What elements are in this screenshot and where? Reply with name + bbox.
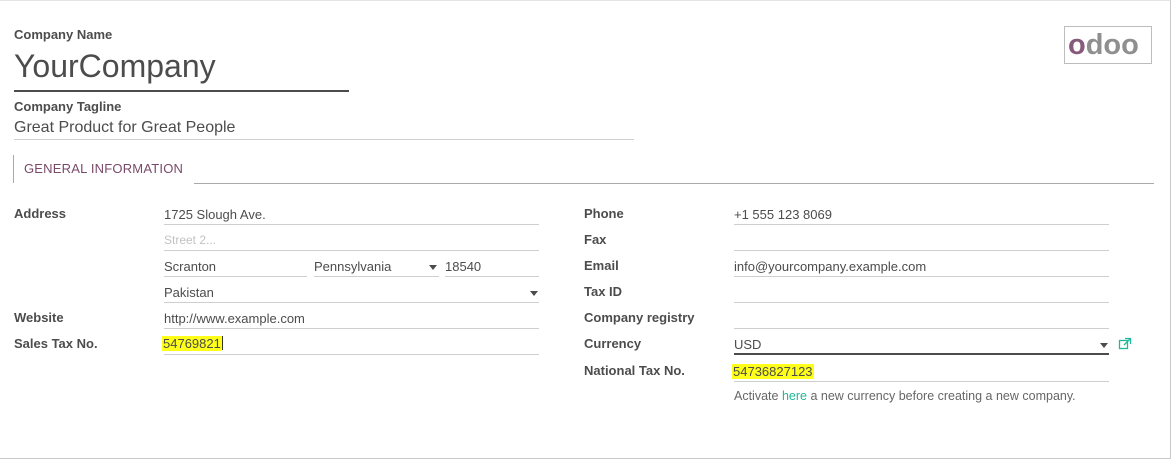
currency-label: Currency bbox=[584, 336, 642, 351]
odoo-logo-icon: odoo bbox=[1068, 29, 1139, 61]
currency-select[interactable]: USD bbox=[734, 337, 761, 352]
external-link-icon[interactable] bbox=[1118, 337, 1132, 351]
currency-chevron-down-icon[interactable] bbox=[1100, 343, 1108, 348]
country-select[interactable]: Pakistan bbox=[164, 285, 214, 300]
phone-field[interactable]: +1 555 123 8069 bbox=[734, 207, 832, 222]
phone-label: Phone bbox=[584, 206, 624, 221]
state-chevron-down-icon[interactable] bbox=[429, 265, 437, 270]
tax-id-label: Tax ID bbox=[584, 284, 623, 299]
street-field[interactable]: 1725 Slough Ave. bbox=[164, 207, 266, 222]
website-label: Website bbox=[14, 310, 64, 325]
text-cursor bbox=[221, 336, 223, 350]
currency-help-text: Activate here a new currency before crea… bbox=[734, 389, 1076, 403]
currency-underline-focused bbox=[734, 353, 1109, 355]
address-label: Address bbox=[14, 206, 67, 221]
activate-currency-link[interactable]: here bbox=[782, 389, 807, 403]
sales-tax-field[interactable]: 54769821 bbox=[162, 336, 223, 351]
tab-general-information[interactable]: GENERAL INFORMATION bbox=[13, 155, 195, 184]
sales-tax-label: Sales Tax No. bbox=[14, 336, 98, 351]
national-tax-label: National Tax No. bbox=[584, 363, 685, 378]
email-field[interactable]: info@yourcompany.example.com bbox=[734, 259, 926, 274]
company-name-underline bbox=[14, 90, 349, 92]
company-tagline-field[interactable]: Great Product for Great People bbox=[14, 119, 235, 137]
national-tax-field[interactable]: 54736827123 bbox=[732, 364, 814, 379]
fax-label: Fax bbox=[584, 232, 607, 247]
company-registry-label: Company registry bbox=[584, 310, 695, 325]
company-name-label: Company Name bbox=[14, 27, 113, 42]
tagline-underline bbox=[14, 139, 634, 140]
zip-field[interactable]: 18540 bbox=[445, 259, 481, 274]
street2-field[interactable]: Street 2... bbox=[164, 233, 216, 247]
company-name-field[interactable]: YourCompany bbox=[14, 48, 216, 85]
email-label: Email bbox=[584, 258, 619, 273]
country-chevron-down-icon[interactable] bbox=[530, 291, 538, 296]
city-field[interactable]: Scranton bbox=[164, 259, 216, 274]
company-tagline-label: Company Tagline bbox=[14, 99, 122, 114]
state-select[interactable]: Pennsylvania bbox=[314, 259, 391, 274]
company-logo[interactable]: odoo bbox=[1064, 26, 1152, 64]
website-field[interactable]: http://www.example.com bbox=[164, 311, 305, 326]
